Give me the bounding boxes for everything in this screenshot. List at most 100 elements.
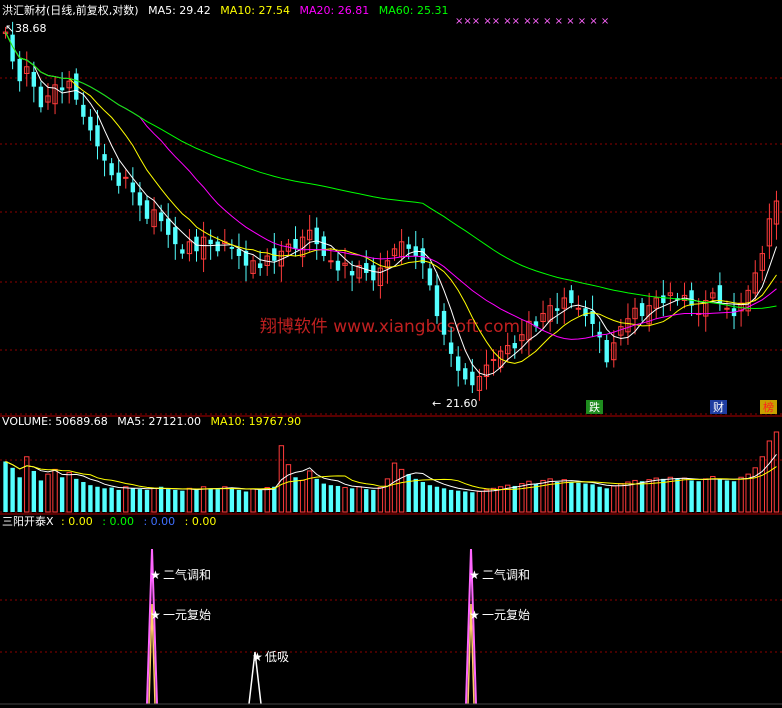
volume-bar-down — [180, 490, 185, 512]
volume-ma10-line — [5, 461, 777, 491]
volume-bar-up — [123, 486, 129, 513]
volume-bars[interactable] — [3, 431, 780, 513]
volume-bar-down — [229, 487, 235, 512]
volume-bar-up — [752, 467, 758, 513]
volume-bar-down — [95, 486, 100, 512]
volume-bar-up — [611, 485, 617, 513]
volume-bar-down — [731, 481, 737, 512]
candlestick-series[interactable] — [2, 21, 780, 401]
volume-bar-up — [200, 486, 207, 513]
candle-body-down — [59, 87, 65, 91]
volume-bar-down — [109, 487, 114, 512]
ma20-label: MA20: 26.81 — [299, 4, 370, 17]
marker-bang[interactable]: 榜 — [763, 400, 774, 414]
volume-bar-down — [441, 488, 447, 512]
volume-bar-up — [222, 486, 228, 513]
volume-bar-down — [455, 490, 461, 512]
ma10-line — [5, 31, 777, 364]
candle-body-down — [215, 241, 220, 252]
candle-body-down — [81, 104, 86, 117]
candle-body-down — [321, 236, 327, 256]
indicator-value-4: : 0.00 — [184, 515, 217, 528]
candle-body-down — [639, 303, 645, 317]
volume-bar-down — [413, 478, 418, 512]
volume-bar-down — [661, 478, 666, 512]
candle-body-down — [88, 116, 93, 131]
volume-bar-down — [88, 485, 93, 512]
candle-body-down — [158, 212, 164, 222]
volume-bar-up — [391, 462, 398, 513]
signal-label-2a: 一元复始 — [163, 608, 211, 622]
volume-bar-up — [250, 488, 256, 513]
volume-bar-down — [597, 486, 602, 512]
candle-body-down — [10, 34, 15, 62]
volume-bar-down — [590, 484, 595, 512]
signal-label-2b: 一元复始 — [482, 608, 530, 622]
volume-bar-down — [314, 478, 319, 512]
candle-body-down — [406, 244, 411, 249]
volume-bar-down — [166, 489, 171, 512]
candle-body-down — [180, 249, 185, 254]
volume-bar-down — [17, 477, 22, 512]
volume-bar-up — [703, 478, 709, 513]
candle-body-down — [371, 265, 376, 281]
volume-bar-down — [116, 489, 121, 512]
candle-body-down — [173, 227, 178, 245]
volume-bar-down — [272, 486, 277, 512]
volume-bar-down — [420, 482, 426, 512]
volume-bar-up — [377, 487, 384, 513]
high-price-label: 38.68 — [15, 22, 47, 35]
main-header: 洪汇新材(日线,前复权,对数) MA5: 29.42 MA10: 27.54 M… — [2, 4, 454, 17]
volume-bar-down — [533, 483, 539, 512]
indicator-series — [0, 548, 782, 705]
marker-die[interactable]: 跌 — [589, 400, 600, 414]
volume-bar-down — [31, 470, 37, 512]
volume-bar-down — [81, 482, 86, 512]
volume-bar-down — [583, 483, 588, 512]
candle-body-down — [427, 268, 433, 286]
volume-bar-down — [215, 489, 220, 512]
ma10-label: MA10: 27.54 — [220, 4, 291, 17]
candle-body-down — [144, 200, 150, 219]
candle-body-down — [137, 192, 143, 206]
candle-body-up — [724, 307, 730, 310]
volume-bar-up — [306, 470, 313, 513]
volume-bar-up — [738, 476, 744, 513]
volume-bar-up — [745, 473, 751, 513]
volume-bar-down — [448, 489, 454, 512]
stock-chart[interactable]: 翔博软件 www.xiangbosoft.com ↖ 38.68 ← 21.60… — [0, 0, 782, 708]
stock-title[interactable]: 洪汇新材(日线,前复权,对数) — [2, 4, 139, 17]
volume-bar-up — [264, 487, 270, 513]
volume-bar-up — [759, 456, 766, 513]
volume-bar-down — [293, 477, 298, 512]
volume-bar-down — [38, 480, 44, 512]
volume-bar-down — [236, 489, 242, 512]
volume-bar-down — [173, 489, 178, 512]
candle-body-up — [490, 358, 497, 361]
volume-bar-up — [490, 487, 497, 513]
volume-bar-down — [130, 488, 136, 512]
star-icon: ★ — [469, 568, 480, 582]
candle-body-down — [257, 263, 263, 269]
candle-body-down — [335, 260, 341, 271]
candle-body-down — [434, 285, 440, 317]
volume-bar-down — [371, 489, 376, 512]
ma60-label: MA60: 25.31 — [378, 4, 449, 17]
candle-body-down — [604, 339, 609, 363]
candle-body-down — [441, 310, 447, 335]
candle-body-down — [109, 163, 114, 176]
marker-cai[interactable]: 财 — [713, 400, 724, 414]
volume-bar-down — [675, 478, 680, 512]
volume-bar-down — [321, 483, 327, 512]
candle-body-down — [470, 371, 475, 386]
volume-bar-up — [299, 479, 306, 513]
candle-body-down — [293, 239, 298, 249]
volume-bar-down — [724, 480, 730, 512]
volume-bar-up — [625, 481, 631, 513]
candle-body-down — [569, 290, 574, 304]
indicator-header: 三阳开泰X : 0.00 : 0.00 : 0.00 : 0.00 — [2, 515, 222, 528]
volume-bar-down — [208, 488, 213, 512]
volume-bar-down — [576, 482, 581, 512]
volume-label: VOLUME: 50689.68 — [2, 415, 108, 428]
volume-bar-down — [137, 489, 143, 512]
